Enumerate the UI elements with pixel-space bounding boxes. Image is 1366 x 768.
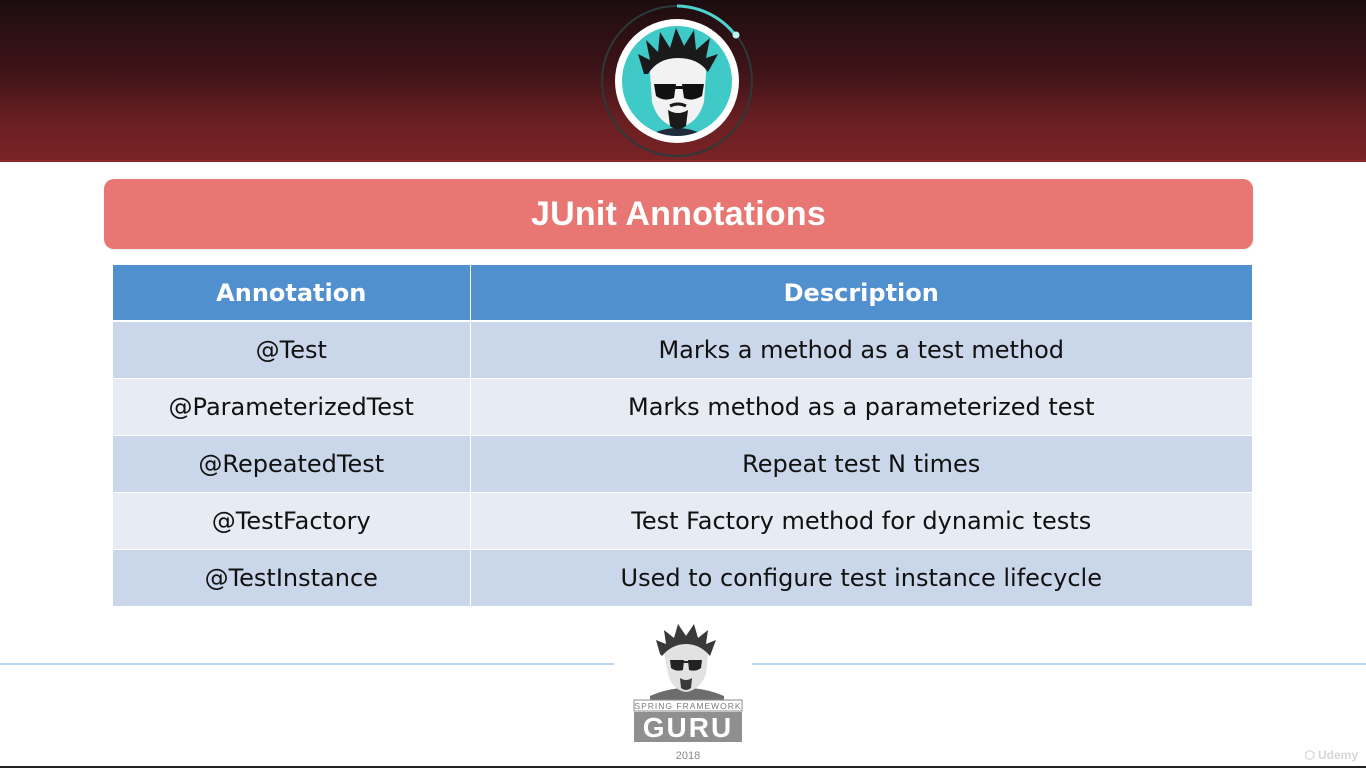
- footer-divider-right: [752, 663, 1366, 665]
- annotation-cell: @TestInstance: [113, 549, 470, 606]
- column-header-annotation: Annotation: [113, 265, 470, 322]
- description-cell: Used to configure test instance lifecycl…: [469, 549, 1252, 606]
- logo-year: 2018: [675, 750, 701, 762]
- table-row: @RepeatedTest Repeat test N times: [113, 435, 1252, 493]
- logo-text-top: SPRING FRAMEWORK: [634, 701, 741, 711]
- spring-framework-guru-logo: SPRING FRAMEWORK GURU: [628, 622, 748, 748]
- table-row: @TestFactory Test Factory method for dyn…: [113, 492, 1252, 550]
- udemy-icon: ⬡: [1304, 748, 1315, 762]
- annotation-cell: @RepeatedTest: [113, 435, 470, 493]
- slide: JUnit Annotations Annotation Description…: [0, 0, 1366, 768]
- annotations-table: Annotation Description @Test Marks a met…: [113, 265, 1252, 606]
- annotation-cell: @Test: [113, 320, 470, 379]
- description-cell: Test Factory method for dynamic tests: [469, 492, 1252, 550]
- footer-divider-left: [0, 663, 614, 665]
- description-cell: Marks method as a parameterized test: [469, 378, 1252, 436]
- column-header-description: Description: [469, 265, 1252, 322]
- watermark-text: Udemy: [1317, 748, 1358, 762]
- table-header-row: Annotation Description: [113, 265, 1252, 322]
- guru-avatar-icon: [598, 2, 756, 160]
- annotation-cell: @ParameterizedTest: [113, 378, 470, 436]
- table-row: @TestInstance Used to configure test ins…: [113, 549, 1252, 606]
- description-cell: Marks a method as a test method: [469, 320, 1252, 379]
- title-banner: JUnit Annotations: [104, 179, 1253, 249]
- logo-text-main: GURU: [643, 712, 733, 743]
- description-cell: Repeat test N times: [469, 435, 1252, 493]
- slide-title: JUnit Annotations: [531, 194, 826, 233]
- table-row: @ParameterizedTest Marks method as a par…: [113, 378, 1252, 436]
- table-row: @Test Marks a method as a test method: [113, 320, 1252, 379]
- udemy-watermark: ⬡ Udemy: [1305, 748, 1359, 762]
- annotation-cell: @TestFactory: [113, 492, 470, 550]
